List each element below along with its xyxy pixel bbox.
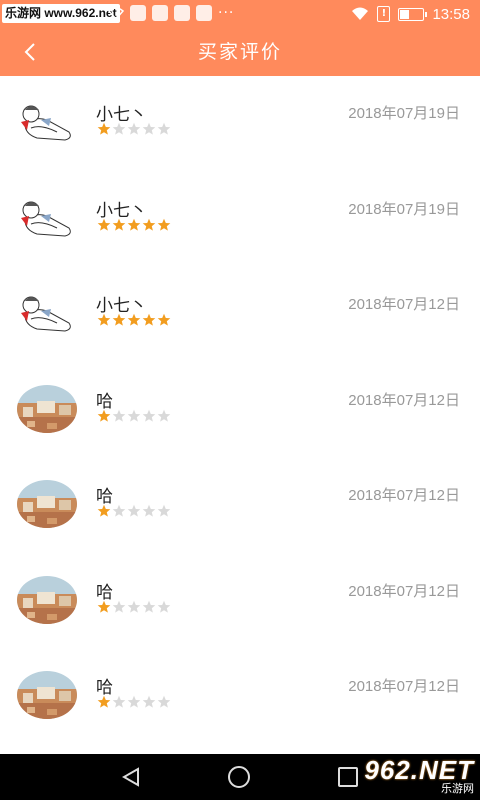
star-filled-icon xyxy=(112,313,126,326)
watermark-caption: 乐游网 xyxy=(441,782,474,795)
star-empty-icon xyxy=(142,600,156,613)
star-empty-icon xyxy=(127,504,141,517)
star-empty-icon xyxy=(157,600,171,613)
nav-home-icon[interactable] xyxy=(228,766,250,788)
more-notifications-icon: ··· xyxy=(218,5,235,21)
wifi-icon xyxy=(352,7,369,20)
review-date: 2018年07月12日 xyxy=(348,391,460,409)
review-list[interactable]: 小七丶 2018年07月19日 小七丶 2018年07月19日 小七丶 2018… xyxy=(0,76,480,754)
avatar xyxy=(17,193,77,242)
chevron-left-icon xyxy=(24,43,35,61)
star-filled-icon xyxy=(97,409,111,422)
review-date: 2018年07月19日 xyxy=(348,105,460,122)
star-empty-icon xyxy=(112,409,126,422)
avatar xyxy=(17,480,77,528)
star-empty-icon xyxy=(142,695,156,708)
review-date: 2018年07月12日 xyxy=(348,487,460,504)
star-empty-icon xyxy=(112,695,126,708)
star-rating xyxy=(97,409,171,423)
review-item[interactable]: 小七丶 2018年07月19日 xyxy=(0,172,480,268)
star-empty-icon xyxy=(157,122,171,135)
review-item[interactable]: 哈 2018年07月12日 xyxy=(0,458,480,554)
back-button[interactable] xyxy=(14,36,46,68)
review-item[interactable]: 哈 2018年07月12日 xyxy=(0,649,480,745)
avatar xyxy=(17,289,77,337)
star-filled-icon xyxy=(97,218,111,231)
review-item[interactable]: 哈 2018年07月12日 xyxy=(0,554,480,650)
watermark-brand: 962.NET xyxy=(364,755,474,785)
review-item[interactable]: 小七丶 2018年07月19日 xyxy=(0,76,480,172)
star-empty-icon xyxy=(157,504,171,517)
star-filled-icon xyxy=(97,600,111,613)
star-empty-icon xyxy=(112,122,126,135)
star-empty-icon xyxy=(127,600,141,613)
review-date: 2018年07月12日 xyxy=(348,582,460,600)
clock: 13:58 xyxy=(432,5,470,23)
watermark-logo: 962.NET 乐游网 xyxy=(344,754,474,800)
avatar xyxy=(17,98,77,146)
star-filled-icon xyxy=(97,504,111,517)
review-date: 2018年07月19日 xyxy=(348,200,460,218)
star-rating xyxy=(97,504,171,518)
app-notification-icon xyxy=(152,5,168,21)
star-rating xyxy=(97,313,171,327)
star-rating xyxy=(97,695,171,709)
review-item[interactable]: 哈 2018年07月12日 xyxy=(0,363,480,459)
review-item[interactable]: 小七丶 2018年07月12日 xyxy=(0,267,480,363)
system-nav-bar: 962.NET 乐游网 xyxy=(0,754,480,800)
star-filled-icon xyxy=(142,313,156,326)
avatar xyxy=(17,384,77,433)
star-empty-icon xyxy=(127,409,141,422)
app-bar: 买家评价 xyxy=(0,28,480,76)
watermark-label: 乐游网 www.962.net xyxy=(2,4,120,23)
star-filled-icon xyxy=(127,218,141,231)
star-filled-icon xyxy=(157,313,171,326)
star-empty-icon xyxy=(112,504,126,517)
status-bar: 乐游网 www.962.net ··· ! 13:58 xyxy=(0,0,480,28)
wifi-signal-icon xyxy=(108,7,124,20)
star-rating xyxy=(97,600,171,614)
star-rating xyxy=(97,122,171,136)
review-date: 2018年07月12日 xyxy=(348,678,460,695)
notification-icons: ··· xyxy=(108,5,234,21)
sim-alert-icon: ! xyxy=(377,6,391,22)
star-filled-icon xyxy=(127,313,141,326)
app-notification-icon xyxy=(196,5,212,21)
star-filled-icon xyxy=(97,122,111,135)
avatar xyxy=(17,671,77,719)
star-filled-icon xyxy=(112,218,126,231)
nav-back-icon[interactable] xyxy=(120,766,142,788)
app-notification-icon xyxy=(130,5,146,21)
review-date: 2018年07月12日 xyxy=(348,296,460,313)
battery-icon xyxy=(398,7,428,21)
star-filled-icon xyxy=(97,313,111,326)
star-empty-icon xyxy=(142,409,156,422)
star-empty-icon xyxy=(142,504,156,517)
star-rating xyxy=(97,218,171,232)
star-empty-icon xyxy=(142,122,156,135)
star-empty-icon xyxy=(112,600,126,613)
star-empty-icon xyxy=(127,695,141,708)
page-title: 买家评价 xyxy=(197,41,282,63)
star-empty-icon xyxy=(127,122,141,135)
star-empty-icon xyxy=(157,409,171,422)
app-notification-icon xyxy=(174,5,190,21)
star-filled-icon xyxy=(97,695,111,708)
star-empty-icon xyxy=(157,695,171,708)
avatar xyxy=(17,575,77,624)
star-filled-icon xyxy=(157,218,171,231)
star-filled-icon xyxy=(142,218,156,231)
